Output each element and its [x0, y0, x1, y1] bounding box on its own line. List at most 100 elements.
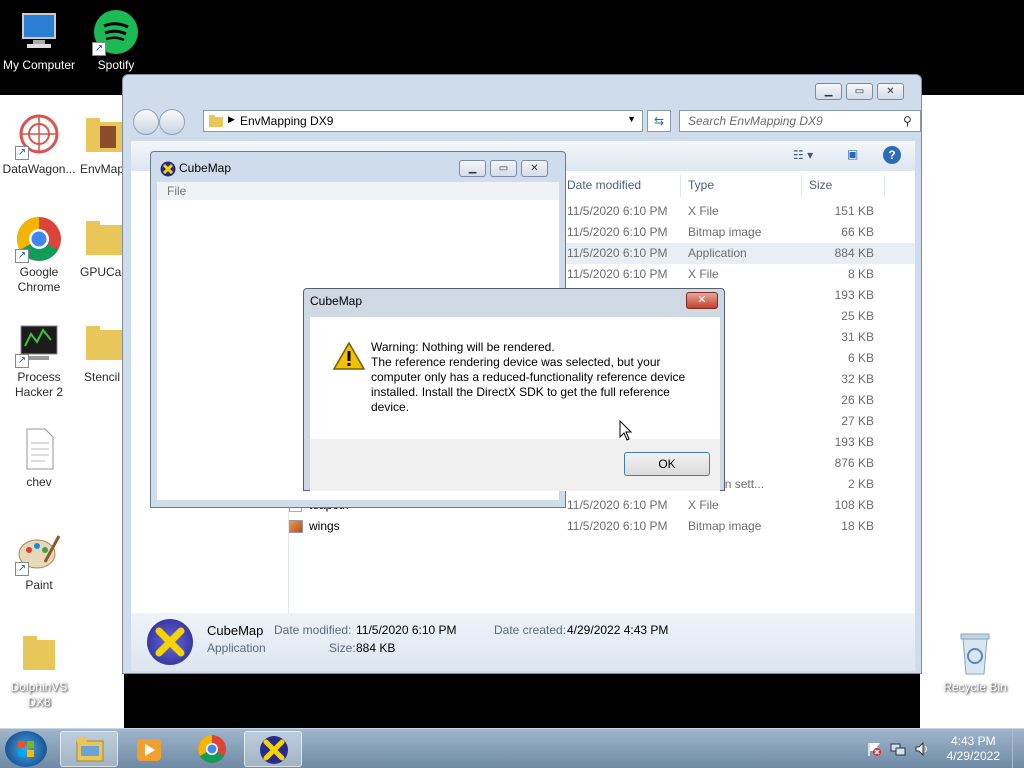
desktop-icon-spotify[interactable]: ↗ Spotify	[77, 8, 155, 73]
maximize-button[interactable]: ▭	[846, 83, 873, 100]
file-row[interactable]: wings 11/5/2020 6:10 PM Bitmap image 18 KB	[281, 516, 915, 537]
file-date: 11/5/2020 6:10 PM	[567, 498, 668, 512]
start-button[interactable]	[5, 731, 47, 767]
file-size: 876 KB	[834, 456, 874, 470]
shortcut-arrow-icon: ↗	[15, 354, 29, 368]
desktop-icon-label: Paint	[25, 578, 53, 592]
maximize-button[interactable]: ▭	[490, 160, 517, 177]
file-size: 193 KB	[834, 435, 874, 449]
volume-icon[interactable]	[914, 741, 930, 757]
file-size: 2 KB	[847, 477, 874, 491]
preview-pane-icon[interactable]: ▣	[847, 147, 858, 161]
file-size: 108 KB	[834, 498, 874, 512]
dialog-footer: OK	[310, 439, 720, 491]
desktop-icon-my-computer[interactable]: My Computer	[0, 8, 78, 73]
message-line-2: The reference rendering device was selec…	[371, 355, 686, 414]
details-size-value: 884 KB	[356, 641, 396, 655]
desktop-icon-label: My Computer	[2, 58, 76, 72]
taskbar-explorer[interactable]	[60, 731, 118, 767]
folder-icon	[80, 112, 122, 160]
paint-icon: ↗	[15, 528, 63, 576]
ok-button[interactable]: OK	[624, 452, 710, 476]
details-size-label: Size:	[329, 641, 356, 655]
dialog-message: Warning: Nothing will be rendered. The r…	[371, 340, 701, 415]
shortcut-arrow-icon: ↗	[15, 562, 29, 576]
dialog-close-button[interactable]: ✕	[686, 292, 718, 309]
minimize-button[interactable]: ▁	[815, 83, 842, 100]
file-size: 884 KB	[834, 246, 874, 260]
file-size: 6 KB	[847, 351, 874, 365]
clock-date: 4/29/2022	[946, 749, 1000, 763]
chrome-icon: ↗	[15, 215, 63, 263]
file-size: 193 KB	[834, 288, 874, 302]
file-name: wings	[309, 519, 340, 533]
view-options-icon[interactable]: ☷ ▾	[793, 148, 813, 162]
search-icon[interactable]: ⚲	[903, 114, 912, 128]
dialog-body: Warning: Nothing will be rendered. The r…	[310, 317, 720, 439]
help-icon[interactable]: ?	[883, 146, 901, 164]
refresh-button[interactable]: ⇆	[647, 110, 671, 132]
shortcut-arrow-icon: ↗	[15, 249, 29, 263]
network-icon[interactable]	[890, 741, 906, 757]
column-header-date-modified[interactable]: Date modified	[561, 175, 681, 197]
column-header-type[interactable]: Type	[682, 175, 802, 197]
file-type: Bitmap image	[688, 225, 762, 239]
show-desktop-button[interactable]	[1012, 729, 1024, 768]
details-pane: CubeMap Application Date modified: 11/5/…	[131, 613, 915, 671]
taskbar-clock[interactable]: 4:43 PM 4/29/2022	[947, 734, 1000, 764]
warning-dialog: CubeMap ✕ Warning: Nothing will be rende…	[303, 288, 725, 491]
forward-button[interactable]	[159, 109, 185, 135]
desktop-icon-stencil[interactable]: Stencil	[80, 320, 124, 385]
desktop-icon-chev[interactable]: chev	[0, 425, 78, 490]
desktop-icon-datawagon[interactable]: ↗ DataWagon...	[0, 112, 78, 177]
address-bar[interactable]: ▶ EnvMapping DX9 ▼	[203, 110, 643, 132]
process-hacker-icon: ↗	[15, 320, 63, 368]
action-center-flag-icon[interactable]	[866, 741, 882, 757]
folder-icon	[208, 113, 224, 132]
breadcrumb-folder[interactable]: EnvMapping DX9	[240, 114, 333, 128]
details-file-kind: Application	[207, 641, 266, 655]
desktop-icon-recycle-bin[interactable]: Recycle Bin	[936, 630, 1014, 695]
desktop-icon-label: Stencil	[83, 370, 121, 384]
folder-icon	[80, 215, 122, 263]
windows-logo-icon	[18, 741, 34, 757]
computer-icon	[15, 8, 63, 56]
desktop-icon-dolphinvs[interactable]: DolphinVS DX8	[0, 630, 78, 710]
back-button[interactable]	[133, 109, 159, 135]
explorer-icon	[76, 738, 104, 762]
window-controls: ▁ ▭ ✕	[459, 160, 548, 178]
file-type: Bitmap image	[688, 519, 762, 533]
details-created-label: Date created:	[494, 623, 567, 637]
file-size: 18 KB	[841, 519, 874, 533]
menu-bar: File	[157, 182, 559, 200]
taskbar-cubemap[interactable]	[244, 731, 302, 767]
close-button[interactable]: ✕	[521, 160, 548, 177]
desktop-icon-gpucap[interactable]: GPUCap	[80, 215, 124, 280]
window-title: CubeMap	[179, 161, 232, 175]
shortcut-arrow-icon: ↗	[92, 42, 106, 56]
desktop-icon-paint[interactable]: ↗ Paint	[0, 528, 78, 593]
file-type: X File	[688, 498, 719, 512]
file-date: 11/5/2020 6:10 PM	[567, 267, 668, 281]
file-size: 32 KB	[841, 372, 874, 386]
breadcrumb-arrow-icon[interactable]: ▶	[228, 114, 235, 125]
address-dropdown-icon[interactable]: ▼	[627, 114, 636, 124]
desktop-icon-envmap[interactable]: EnvMap DX	[80, 112, 124, 177]
desktop-icon-chrome[interactable]: ↗ Google Chrome	[0, 215, 78, 295]
desktop-icon-process-hacker[interactable]: ↗ Process Hacker 2	[0, 320, 78, 400]
desktop-icon-label: Process Hacker 2	[14, 370, 64, 399]
file-type: Application	[688, 246, 747, 260]
desktop-icon-label: chev	[26, 475, 52, 489]
taskbar-media-player[interactable]	[120, 731, 178, 767]
search-input[interactable]: Search EnvMapping DX9	[679, 110, 921, 132]
column-header-size[interactable]: Size	[803, 175, 885, 197]
file-type: X File	[688, 267, 719, 281]
minimize-button[interactable]: ▁	[459, 160, 486, 177]
file-size: 25 KB	[841, 309, 874, 323]
close-button[interactable]: ✕	[877, 83, 904, 100]
shortcut-arrow-icon: ↗	[15, 146, 29, 160]
datawagon-icon: ↗	[15, 112, 63, 160]
taskbar-chrome[interactable]	[183, 731, 241, 767]
menu-file[interactable]: File	[167, 184, 186, 198]
desktop-icon-label: DataWagon...	[2, 162, 76, 176]
